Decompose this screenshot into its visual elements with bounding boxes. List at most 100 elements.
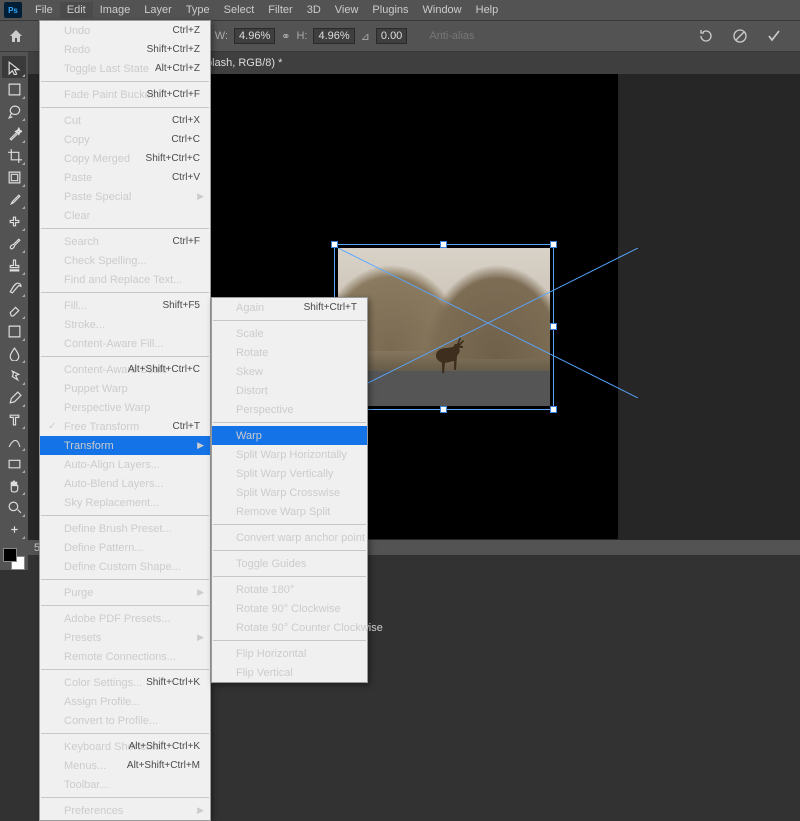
transform-split-warp-vertically[interactable]: Split Warp Vertically: [212, 464, 367, 483]
width-field[interactable]: 4.96%: [234, 28, 275, 44]
tool-eyedropper[interactable]: [2, 188, 26, 210]
transform-skew[interactable]: Skew: [212, 362, 367, 381]
tool-brush[interactable]: [2, 232, 26, 254]
menu-file[interactable]: File: [28, 2, 60, 18]
handle-e[interactable]: [550, 323, 557, 330]
angle-field[interactable]: 0.00: [376, 28, 407, 44]
reset-icon[interactable]: [698, 28, 714, 44]
edit-auto-blend-layers[interactable]: Auto-Blend Layers...: [40, 474, 210, 493]
handle-s[interactable]: [440, 406, 447, 413]
transform-scale[interactable]: Scale: [212, 324, 367, 343]
transform-rotate-180[interactable]: Rotate 180°: [212, 580, 367, 599]
cancel-icon[interactable]: [732, 28, 748, 44]
edit-remote-connections[interactable]: Remote Connections...: [40, 647, 210, 666]
menu-select[interactable]: Select: [217, 2, 262, 18]
tool-pen[interactable]: [2, 386, 26, 408]
transform-split-warp-crosswise[interactable]: Split Warp Crosswise: [212, 483, 367, 502]
edit-free-transform[interactable]: ✓Free TransformCtrl+T: [40, 417, 210, 436]
tool-crop[interactable]: [2, 144, 26, 166]
edit-search[interactable]: SearchCtrl+F: [40, 232, 210, 251]
height-field[interactable]: 4.96%: [313, 28, 354, 44]
transform-warp[interactable]: Warp: [212, 426, 367, 445]
tool-gradient[interactable]: [2, 320, 26, 342]
handle-ne[interactable]: [550, 241, 557, 248]
transform-again[interactable]: AgainShift+Ctrl+T: [212, 298, 367, 317]
tool-stamp[interactable]: [2, 254, 26, 276]
edit-content-aware-fill[interactable]: Content-Aware Fill...: [40, 334, 210, 353]
edit-menus[interactable]: Menus...Alt+Shift+Ctrl+M: [40, 756, 210, 775]
edit-define-pattern[interactable]: Define Pattern...: [40, 538, 210, 557]
edit-purge[interactable]: Purge▶: [40, 583, 210, 602]
edit-stroke[interactable]: Stroke...: [40, 315, 210, 334]
edit-check-spelling[interactable]: Check Spelling...: [40, 251, 210, 270]
tool-history[interactable]: [2, 276, 26, 298]
handle-n[interactable]: [440, 241, 447, 248]
edit-clear[interactable]: Clear: [40, 206, 210, 225]
menu-window[interactable]: Window: [416, 2, 469, 18]
transform-perspective[interactable]: Perspective: [212, 400, 367, 419]
edit-preferences[interactable]: Preferences▶: [40, 801, 210, 820]
tool-lasso[interactable]: [2, 100, 26, 122]
edit-fill[interactable]: Fill...Shift+F5: [40, 296, 210, 315]
transform-rotate[interactable]: Rotate: [212, 343, 367, 362]
transform-flip-horizontal[interactable]: Flip Horizontal: [212, 644, 367, 663]
home-icon[interactable]: [6, 26, 26, 46]
edit-keyboard-shortcuts[interactable]: Keyboard Shortcuts...Alt+Shift+Ctrl+K: [40, 737, 210, 756]
edit-toolbar[interactable]: Toolbar...: [40, 775, 210, 794]
tool-dodge[interactable]: [2, 364, 26, 386]
edit-assign-profile[interactable]: Assign Profile...: [40, 692, 210, 711]
antialias-label[interactable]: Anti-alias: [429, 30, 474, 42]
edit-adobe-pdf-presets[interactable]: Adobe PDF Presets...: [40, 609, 210, 628]
edit-presets[interactable]: Presets▶: [40, 628, 210, 647]
menu-edit[interactable]: Edit: [60, 2, 93, 18]
menu-plugins[interactable]: Plugins: [365, 2, 415, 18]
edit-define-custom-shape[interactable]: Define Custom Shape...: [40, 557, 210, 576]
menu-layer[interactable]: Layer: [137, 2, 179, 18]
tool-wand[interactable]: [2, 122, 26, 144]
edit-paste-special[interactable]: Paste Special▶: [40, 187, 210, 206]
tool-rect[interactable]: [2, 452, 26, 474]
transform-bounds[interactable]: [338, 248, 550, 406]
edit-copy[interactable]: CopyCtrl+C: [40, 130, 210, 149]
tool-zoom[interactable]: [2, 496, 26, 518]
menu-filter[interactable]: Filter: [261, 2, 299, 18]
handle-nw[interactable]: [331, 241, 338, 248]
color-swatches[interactable]: [3, 548, 25, 570]
transform-remove-warp-split[interactable]: Remove Warp Split: [212, 502, 367, 521]
transform-split-warp-horizontally[interactable]: Split Warp Horizontally: [212, 445, 367, 464]
edit-content-aware-scale[interactable]: Content-Aware ScaleAlt+Shift+Ctrl+C: [40, 360, 210, 379]
link-icon[interactable]: ⚭: [281, 30, 290, 43]
tool-heal[interactable]: [2, 210, 26, 232]
transform-distort[interactable]: Distort: [212, 381, 367, 400]
menu-help[interactable]: Help: [469, 2, 506, 18]
edit-puppet-warp[interactable]: Puppet Warp: [40, 379, 210, 398]
transform-rotate-90-clockwise[interactable]: Rotate 90° Clockwise: [212, 599, 367, 618]
edit-convert-to-profile[interactable]: Convert to Profile...: [40, 711, 210, 730]
tool-more[interactable]: [2, 518, 26, 540]
edit-define-brush-preset[interactable]: Define Brush Preset...: [40, 519, 210, 538]
edit-paste[interactable]: PasteCtrl+V: [40, 168, 210, 187]
tool-hand[interactable]: [2, 474, 26, 496]
commit-icon[interactable]: [766, 28, 782, 44]
edit-fade-paint-bucket[interactable]: Fade Paint Bucket...Shift+Ctrl+F: [40, 85, 210, 104]
tool-type[interactable]: [2, 408, 26, 430]
edit-copy-merged[interactable]: Copy MergedShift+Ctrl+C: [40, 149, 210, 168]
transform-rotate-90-counter-clockwise[interactable]: Rotate 90° Counter Clockwise: [212, 618, 367, 637]
edit-find-and-replace-text[interactable]: Find and Replace Text...: [40, 270, 210, 289]
tool-move[interactable]: [2, 56, 26, 78]
edit-color-settings[interactable]: Color Settings...Shift+Ctrl+K: [40, 673, 210, 692]
edit-undo[interactable]: UndoCtrl+Z: [40, 21, 210, 40]
document-tab[interactable]: plash, RGB/8) *: [198, 54, 290, 72]
menu-view[interactable]: View: [328, 2, 366, 18]
transform-flip-vertical[interactable]: Flip Vertical: [212, 663, 367, 682]
menu-image[interactable]: Image: [93, 2, 138, 18]
edit-perspective-warp[interactable]: Perspective Warp: [40, 398, 210, 417]
tool-frame[interactable]: [2, 166, 26, 188]
handle-se[interactable]: [550, 406, 557, 413]
menu-type[interactable]: Type: [179, 2, 217, 18]
edit-auto-align-layers[interactable]: Auto-Align Layers...: [40, 455, 210, 474]
tool-marquee[interactable]: [2, 78, 26, 100]
edit-toggle-last-state[interactable]: Toggle Last StateAlt+Ctrl+Z: [40, 59, 210, 78]
edit-redo[interactable]: RedoShift+Ctrl+Z: [40, 40, 210, 59]
tool-blur[interactable]: [2, 342, 26, 364]
